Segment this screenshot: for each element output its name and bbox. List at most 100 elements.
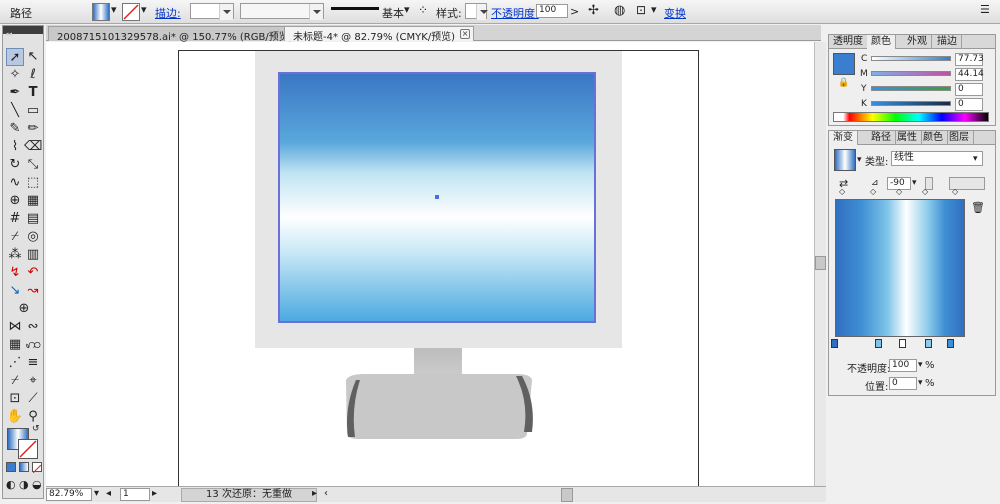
gradient-preview[interactable] xyxy=(835,199,965,337)
color-mode-icon[interactable] xyxy=(6,462,16,472)
opacity-dropdown-icon[interactable]: ▾ xyxy=(918,360,923,370)
shape-builder-tool-icon[interactable]: ⊕ xyxy=(6,192,24,210)
graph-line-tool-icon[interactable]: ⋰ xyxy=(6,354,24,372)
gradient-type-select[interactable]: 线性 xyxy=(891,151,983,166)
scale-tool-icon[interactable]: ⤡ xyxy=(24,156,42,174)
gradient-stop[interactable] xyxy=(831,339,838,348)
black-slider[interactable] xyxy=(871,101,951,106)
artboard-number[interactable]: 1 xyxy=(120,488,150,501)
swap-fill-stroke-icon[interactable]: ↺ xyxy=(32,424,40,434)
tab-transparency[interactable]: 透明度 xyxy=(829,35,868,49)
stroke-swatch[interactable] xyxy=(122,3,140,21)
delete-stop-icon[interactable]: 🗑 xyxy=(971,201,985,214)
tab-layers[interactable]: 图层 xyxy=(945,131,974,145)
warp-tool-icon[interactable]: ∿ xyxy=(6,174,24,192)
brush-dropdown-icon[interactable]: ▾ xyxy=(404,3,414,21)
blob-brush-tool-icon[interactable]: ⌇ xyxy=(6,138,24,156)
spiral-tool-icon[interactable]: ꩲ xyxy=(24,336,42,354)
measure-tool-icon[interactable]: ⌖ xyxy=(24,372,42,390)
stop-position-input[interactable]: 0 xyxy=(889,377,917,390)
yellow-slider[interactable] xyxy=(871,86,951,91)
midpoint-diamond[interactable]: ◇ xyxy=(839,187,845,196)
rectangle-tool-icon[interactable]: ▭ xyxy=(24,102,42,120)
lasso-tool-icon[interactable]: ℓ xyxy=(24,66,42,84)
slice-tool-icon[interactable]: ⟋ xyxy=(24,390,42,408)
horizontal-scroll-thumb[interactable] xyxy=(561,488,573,502)
gradient-mode-icon[interactable] xyxy=(19,462,29,472)
scroll-left-icon[interactable]: ‹ xyxy=(324,488,328,502)
next-artboard-icon[interactable]: ▸ xyxy=(152,488,157,502)
tab-color[interactable]: 颜色 xyxy=(867,35,896,49)
draw-behind-icon[interactable]: ◑ xyxy=(19,478,29,491)
document-tab-active[interactable]: 未标题-4* @ 82.79% (CMYK/预览) × xyxy=(284,26,475,43)
variable-width-select[interactable] xyxy=(240,3,324,20)
stroke-weight-input[interactable] xyxy=(190,3,234,20)
gradient-thumbnail-dropdown-icon[interactable]: ▾ xyxy=(857,155,862,165)
symbol-sprayer-tool-icon[interactable]: ⁂ xyxy=(6,246,24,264)
selection-tool-icon[interactable]: ➚ xyxy=(6,48,24,66)
custom-tool-icon[interactable]: ↯ xyxy=(6,264,24,282)
custom-tool-4-icon[interactable]: ↝ xyxy=(24,282,42,300)
magenta-slider[interactable] xyxy=(871,71,951,76)
scrollbar-thumb[interactable] xyxy=(815,256,826,270)
opacity-input[interactable]: 100 xyxy=(536,4,568,18)
custom-tool-2-icon[interactable]: ↶ xyxy=(24,264,42,282)
line-tool-icon[interactable]: ╲ xyxy=(6,102,24,120)
cyan-slider[interactable] xyxy=(871,56,951,61)
mesh-tool-icon[interactable]: # xyxy=(6,210,24,228)
canvas-area[interactable] xyxy=(46,42,822,486)
align-dropdown-icon[interactable]: ▾ xyxy=(651,3,661,21)
close-icon[interactable]: × xyxy=(460,29,471,39)
eyedropper-2-tool-icon[interactable]: ⌿ xyxy=(6,372,24,390)
opacity-menu-arrow[interactable]: > xyxy=(570,5,579,23)
monitor-artwork[interactable] xyxy=(46,42,822,486)
color-spectrum-bar[interactable] xyxy=(833,112,989,122)
type-dropdown-icon[interactable]: ▾ xyxy=(973,154,978,164)
graphic-style-select[interactable] xyxy=(465,3,488,20)
cyan-value[interactable]: 77.73 xyxy=(955,53,984,66)
type-tool-icon[interactable]: T xyxy=(24,84,42,102)
paintbrush-tool-icon[interactable]: ✎ xyxy=(6,120,24,138)
stroke-color-box[interactable] xyxy=(18,439,38,459)
midpoint-diamond[interactable]: ◇ xyxy=(870,187,876,196)
black-value[interactable]: 0 xyxy=(955,98,983,111)
tools-panel-grip[interactable]: ◂◂ xyxy=(3,26,43,38)
yellow-value[interactable]: 0 xyxy=(955,83,983,96)
isolate-icon[interactable]: ◍ xyxy=(614,3,628,21)
free-transform-tool-icon[interactable]: ⬚ xyxy=(24,174,42,192)
reshape-tool-icon[interactable]: ∾ xyxy=(24,318,42,336)
bar-list-tool-icon[interactable]: ≡ xyxy=(24,354,42,372)
perspective-grid-tool-icon[interactable]: ▦ xyxy=(24,192,42,210)
position-dropdown-icon[interactable]: ▾ xyxy=(918,378,923,388)
magenta-value[interactable]: 44.14 xyxy=(955,68,984,81)
recolor-artwork-icon[interactable]: ✢ xyxy=(588,3,608,21)
status-menu-icon[interactable]: ▸ xyxy=(312,488,317,502)
stroke-link[interactable]: 描边: xyxy=(155,5,181,23)
gradient-thumbnail[interactable] xyxy=(834,149,856,171)
tab-color-2[interactable]: 颜色 xyxy=(919,131,948,145)
artboard-tool-icon[interactable]: ⊡ xyxy=(6,390,24,408)
gradient-tool-icon[interactable]: ▤ xyxy=(24,210,42,228)
tab-gradient[interactable]: 渐变 xyxy=(829,131,858,145)
gradient-stop[interactable] xyxy=(925,339,932,348)
midpoint-diamond[interactable]: ◇ xyxy=(896,187,902,196)
document-tab[interactable]: 2008715101329578.ai* @ 150.77% (RGB/预览) … xyxy=(48,26,312,43)
panel-menu-icon[interactable]: ☰ xyxy=(980,3,994,21)
magic-wand-tool-icon[interactable]: ✧ xyxy=(6,66,24,84)
blend-tool-icon[interactable]: ◎ xyxy=(24,228,42,246)
zoom-select[interactable]: 82.79% xyxy=(46,488,92,501)
tab-pathfinder[interactable]: 路径 xyxy=(867,131,896,145)
midpoint-diamond[interactable]: ◇ xyxy=(922,187,928,196)
pencil-tool-icon[interactable]: ✏ xyxy=(24,120,42,138)
none-mode-icon[interactable] xyxy=(32,462,42,474)
tab-stroke[interactable]: 描边 xyxy=(933,35,962,49)
crosshair-tool-icon[interactable]: ⊕ xyxy=(15,300,33,318)
stop-opacity-input[interactable]: 100 xyxy=(889,359,917,372)
prev-artboard-icon[interactable]: ◂ xyxy=(106,488,111,502)
column-graph-tool-icon[interactable]: ▥ xyxy=(24,246,42,264)
stroke-dropdown-icon[interactable]: ▾ xyxy=(141,3,151,21)
align-icon[interactable]: ⊡ xyxy=(636,3,650,21)
gradient-stop[interactable] xyxy=(947,339,954,348)
pen-tool-icon[interactable]: ✒ xyxy=(6,84,24,102)
tab-appearance[interactable]: 外观 xyxy=(903,35,932,49)
